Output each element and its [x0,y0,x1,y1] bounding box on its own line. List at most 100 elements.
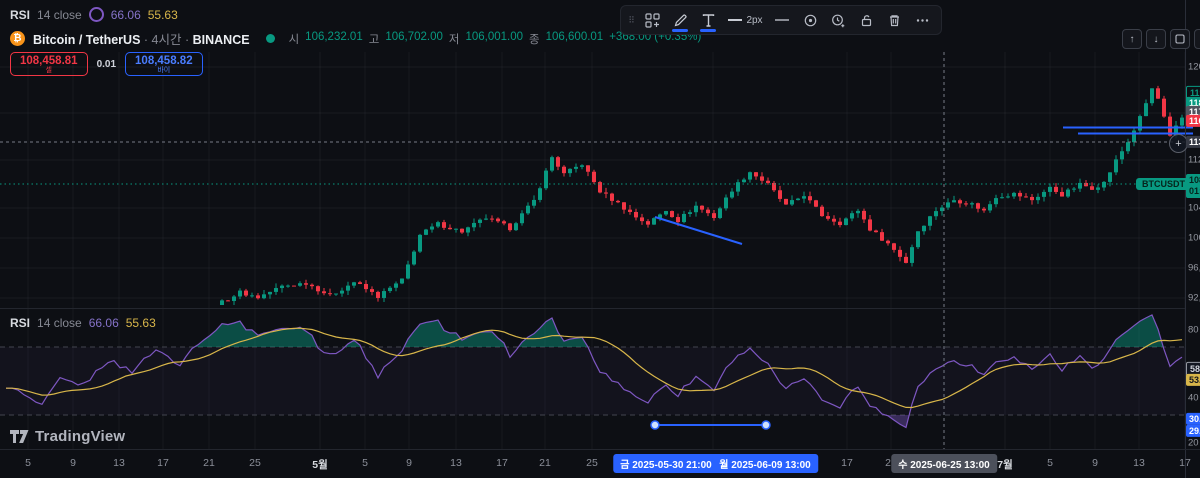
candle-body [226,300,230,301]
red-price-label[interactable]: 116,400.00 [1186,115,1200,127]
candle-body [844,218,848,225]
rsi-blue-label: 30.47 [1186,413,1200,425]
candle-body [418,235,422,252]
candle-body [352,282,356,285]
candle-body [316,286,320,291]
candle-body [640,217,644,221]
time-tick: 9 [70,457,76,469]
price-axis-label: 96,000 [1188,263,1200,274]
time-tick: 5월 [312,457,328,472]
rsi-params: 14 close [37,8,82,22]
candle-body [706,210,710,214]
tradingview-logo[interactable]: TradingView [10,428,125,445]
candle-body [1084,183,1088,186]
reset-scale-button[interactable] [1170,29,1190,49]
drawing-anchor-date-label[interactable]: 월 2025-06-09 13:00 [712,454,818,473]
scroll-down-button[interactable]: ↓ [1146,29,1166,49]
candle-body [544,171,548,189]
candle-body [448,228,452,229]
candle-body [820,207,824,216]
candle-body [1114,159,1118,172]
candle-body [412,252,416,265]
candle-body [994,198,998,204]
candle-body [634,212,638,217]
symbol-title[interactable]: Bitcoin / TetherUS · 4시간 · BINANCE [33,29,250,48]
candle-body [622,202,626,209]
candle-body [532,200,536,206]
pencil-color-icon[interactable] [667,7,693,33]
line-width-tool[interactable]: 2px [723,7,767,33]
candle-body [586,165,590,171]
drawing-anchor-handle[interactable] [762,421,770,429]
candle-body [556,157,560,167]
candle-body [1024,196,1028,197]
rsi-indicator-icon[interactable] [89,7,104,22]
candle-body [778,190,782,199]
rsi-title[interactable]: RSI [10,8,30,22]
price-axis-label: 112,000 [1188,155,1200,166]
candle-body [700,206,704,210]
rsi-ma-value: 55.63 [148,8,178,22]
candle-body [574,167,578,169]
rsi-value: 66.06 [111,8,141,22]
line-style-icon[interactable] [769,7,795,33]
rsi-pane-title[interactable]: RSI [10,316,30,330]
candle-body [400,279,404,284]
currency-toggle[interactable]: USD [1194,29,1200,49]
candle-body [1156,88,1160,98]
candle-body [964,203,968,204]
candle-body [934,211,938,216]
candle-body [1000,197,1004,198]
candle-body [694,206,698,212]
candle-body [478,220,482,223]
candle-body [472,223,476,227]
pane-separator[interactable] [0,308,1185,309]
cross-price-label[interactable]: 113,370.00 [1186,136,1200,148]
candle-body [1054,187,1058,192]
time-tick: 5 [362,457,368,469]
crosshair-date-label[interactable]: 수 2025-06-25 13:00 [891,454,997,473]
candle-body [364,284,368,289]
candle-body [1162,99,1166,117]
candle-body [358,282,362,284]
add-alert-icon[interactable] [825,7,851,33]
candle-body [274,288,278,292]
price-axis-label: 100,000 [1188,233,1200,244]
settings-icon[interactable] [797,7,823,33]
candle-body [292,286,296,287]
candle-body [1012,193,1016,197]
lock-icon[interactable] [853,7,879,33]
rsi-legend-top: RSI 14 close 66.06 55.63 [10,7,178,22]
candle-body [724,198,728,209]
template-icon[interactable] [639,7,665,33]
rsi-legend-pane: RSI 14 close 66.06 55.63 [10,316,156,330]
time-axis[interactable]: 59131721255월5913172125517217월591317금 202… [0,449,1200,478]
symbol-price-flag[interactable]: BTCUSDT [1136,178,1191,190]
candle-body [1120,151,1124,159]
more-options-icon[interactable] [909,7,935,33]
candle-body [280,286,284,288]
drawing-anchor-date-label[interactable]: 금 2025-05-30 21:00 [613,454,719,473]
candle-body [610,194,614,201]
candle-body [568,169,572,173]
candle-body [580,165,584,167]
candle-body [214,318,218,328]
candle-body [742,180,746,183]
market-status-icon[interactable] [266,34,275,43]
sell-button[interactable]: 108,458.81 셀 [10,52,88,76]
candle-body [514,223,518,230]
candle-body [874,231,878,233]
candle-body [436,222,440,226]
candle-body [766,181,770,183]
candle-body [454,229,458,230]
candle-body [304,283,308,284]
candle-body [670,211,674,217]
delete-icon[interactable] [881,7,907,33]
time-tick: 13 [1133,457,1145,469]
buy-button[interactable]: 108,458.82 바이 [125,52,203,76]
text-color-icon[interactable] [695,7,721,33]
drawing-anchor-handle[interactable] [651,421,659,429]
trendline-drawing[interactable] [655,217,742,244]
scroll-up-button[interactable]: ↑ [1122,29,1142,49]
toolbar-drag-handle[interactable]: ⠿ [627,7,637,33]
